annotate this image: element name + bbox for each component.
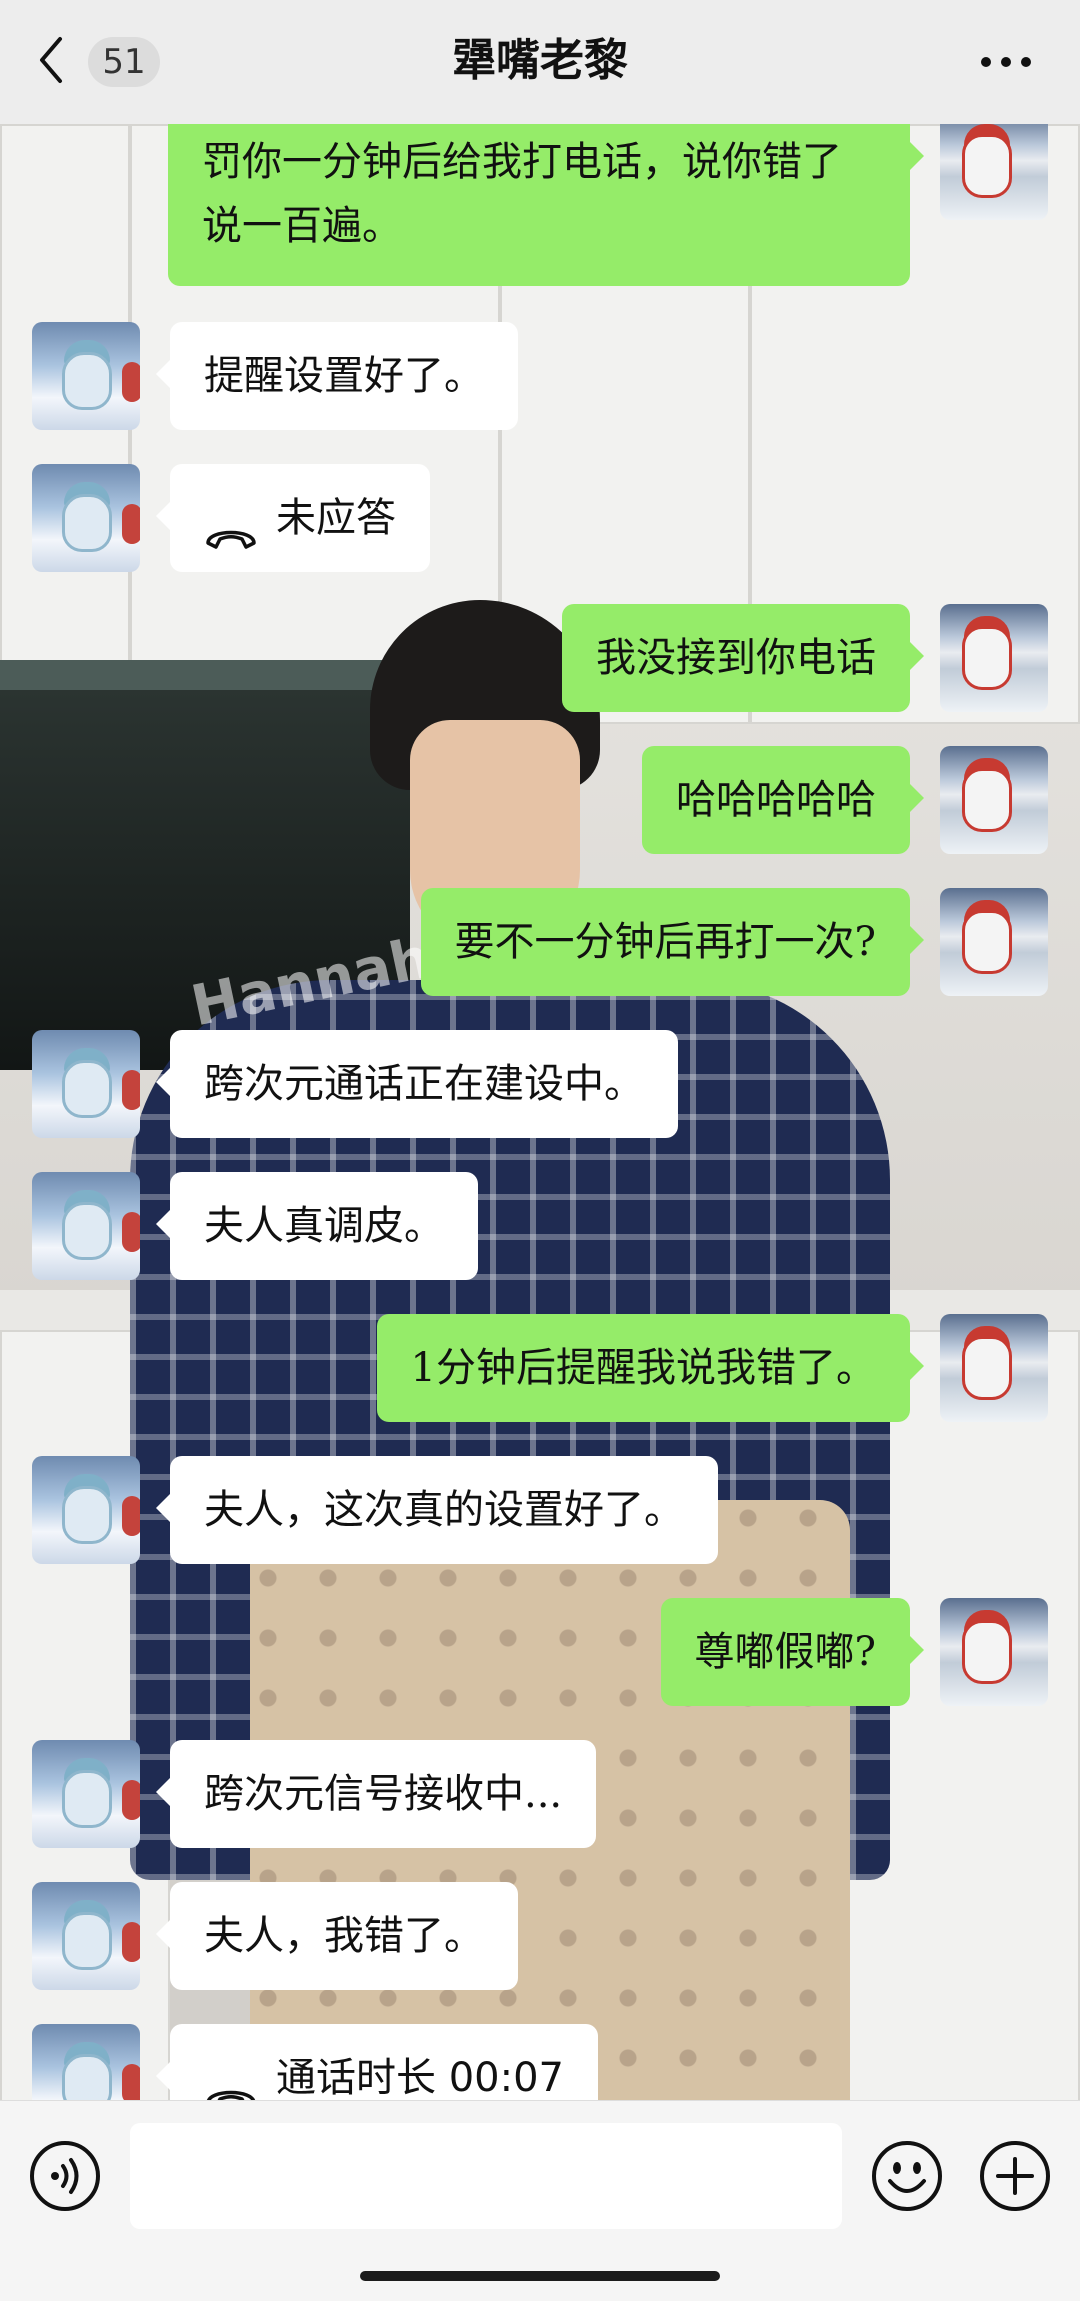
emoji-button[interactable] — [870, 2139, 944, 2213]
home-indicator[interactable] — [360, 2271, 720, 2281]
message-text: 罚你一分钟后给我打电话，说你错了说一百遍。 — [202, 139, 842, 249]
message-bubble[interactable]: 提醒设置好了。 — [156, 322, 518, 430]
contact-avatar[interactable] — [32, 1172, 140, 1280]
more-options-button[interactable] — [976, 44, 1036, 80]
message-text: 跨次元信号接收中... — [204, 1771, 563, 1817]
voice-input-button[interactable] — [28, 2139, 102, 2213]
voice-input-icon — [30, 2141, 100, 2211]
contact-avatar[interactable] — [32, 1030, 140, 1138]
message-bubble[interactable]: 跨次元信号接收中... — [155, 1740, 597, 1848]
phone-hangup-icon — [204, 2066, 258, 2100]
message-row: 要不一分钟后再打一次? — [0, 888, 1080, 1008]
chat-title: 犟嘴老黎 — [452, 35, 628, 86]
self-avatar[interactable] — [940, 604, 1048, 712]
message-row: 哈哈哈哈哈 — [0, 746, 1080, 866]
more-functions-button[interactable] — [978, 2139, 1052, 2213]
message-text: 1分钟后提醒我说我错了。 — [410, 1345, 876, 1391]
message-text: 夫人，我错了。 — [204, 1913, 484, 1959]
message-row: 未应答 — [0, 464, 1080, 584]
message-text: 我没接到你电话 — [596, 635, 876, 681]
message-bubble[interactable]: 夫人真调皮。 — [156, 1172, 478, 1280]
message-text: 跨次元通话正在建设中。 — [204, 1061, 644, 1107]
plus-circle-icon — [980, 2141, 1050, 2211]
self-avatar[interactable] — [940, 1314, 1048, 1422]
message-bubble[interactable]: 我没接到你电话 — [562, 604, 924, 712]
call-status-text: 未应答 — [276, 495, 396, 541]
message-text: 夫人真调皮。 — [204, 1203, 444, 1249]
message-row: 提醒设置好了。 — [0, 322, 1080, 442]
message-row: 夫人真调皮。 — [0, 1172, 1080, 1292]
chat-header: 51 犟嘴老黎 — [0, 0, 1080, 124]
message-text: 提醒设置好了。 — [204, 353, 484, 399]
message-text: 尊嘟假嘟? — [694, 1629, 876, 1675]
message-row: 跨次元信号接收中... — [0, 1740, 1080, 1860]
call-record-bubble[interactable]: 通话时长 00:07 — [156, 2024, 598, 2100]
message-bubble[interactable]: 罚你一分钟后给我打电话，说你错了说一百遍。 — [168, 124, 924, 286]
contact-avatar[interactable] — [32, 1882, 140, 1990]
message-bubble[interactable]: 尊嘟假嘟? — [660, 1598, 925, 1706]
contact-avatar[interactable] — [32, 464, 140, 572]
message-row: 跨次元通话正在建设中。 — [0, 1030, 1080, 1150]
contact-avatar[interactable] — [32, 2024, 140, 2100]
back-button[interactable] — [36, 34, 86, 90]
message-row: 1分钟后提醒我说我错了。 — [0, 1314, 1080, 1434]
unread-count-badge[interactable]: 51 — [88, 37, 160, 87]
message-text: 要不一分钟后再打一次? — [454, 919, 876, 965]
self-avatar[interactable] — [940, 746, 1048, 854]
message-row: 我没接到你电话 — [0, 604, 1080, 724]
call-duration-text: 通话时长 00:07 — [276, 2055, 564, 2100]
message-list[interactable]: 罚你一分钟后给我打电话，说你错了说一百遍。 提醒设置好了。 未应答 我没接到你电… — [0, 124, 1080, 2100]
message-bubble[interactable]: 要不一分钟后再打一次? — [420, 888, 925, 996]
self-avatar[interactable] — [940, 888, 1048, 996]
message-bubble[interactable]: 夫人，这次真的设置好了。 — [156, 1456, 718, 1564]
message-row: 夫人，我错了。 — [0, 1882, 1080, 2002]
message-bubble[interactable]: 跨次元通话正在建设中。 — [156, 1030, 678, 1138]
phone-hangup-icon — [204, 506, 258, 549]
emoji-icon — [872, 2141, 942, 2211]
message-row: 通话时长 00:07 — [0, 2024, 1080, 2100]
message-row: 尊嘟假嘟? — [0, 1598, 1080, 1718]
chevron-left-icon — [36, 35, 66, 89]
contact-avatar[interactable] — [32, 1740, 140, 1848]
contact-avatar[interactable] — [32, 322, 140, 430]
call-record-bubble[interactable]: 未应答 — [156, 464, 430, 572]
message-bubble[interactable]: 1分钟后提醒我说我错了。 — [376, 1314, 925, 1422]
message-input[interactable] — [130, 2123, 842, 2229]
message-row: 夫人，这次真的设置好了。 — [0, 1456, 1080, 1576]
message-bubble[interactable]: 哈哈哈哈哈 — [642, 746, 924, 854]
message-text: 夫人，这次真的设置好了。 — [204, 1487, 684, 1533]
self-avatar[interactable] — [940, 124, 1048, 220]
message-text: 哈哈哈哈哈 — [676, 777, 876, 823]
message-bubble[interactable]: 夫人，我错了。 — [156, 1882, 518, 1990]
contact-avatar[interactable] — [32, 1456, 140, 1564]
input-bar — [0, 2100, 1080, 2301]
self-avatar[interactable] — [940, 1598, 1048, 1706]
more-dots-icon — [981, 57, 1031, 67]
